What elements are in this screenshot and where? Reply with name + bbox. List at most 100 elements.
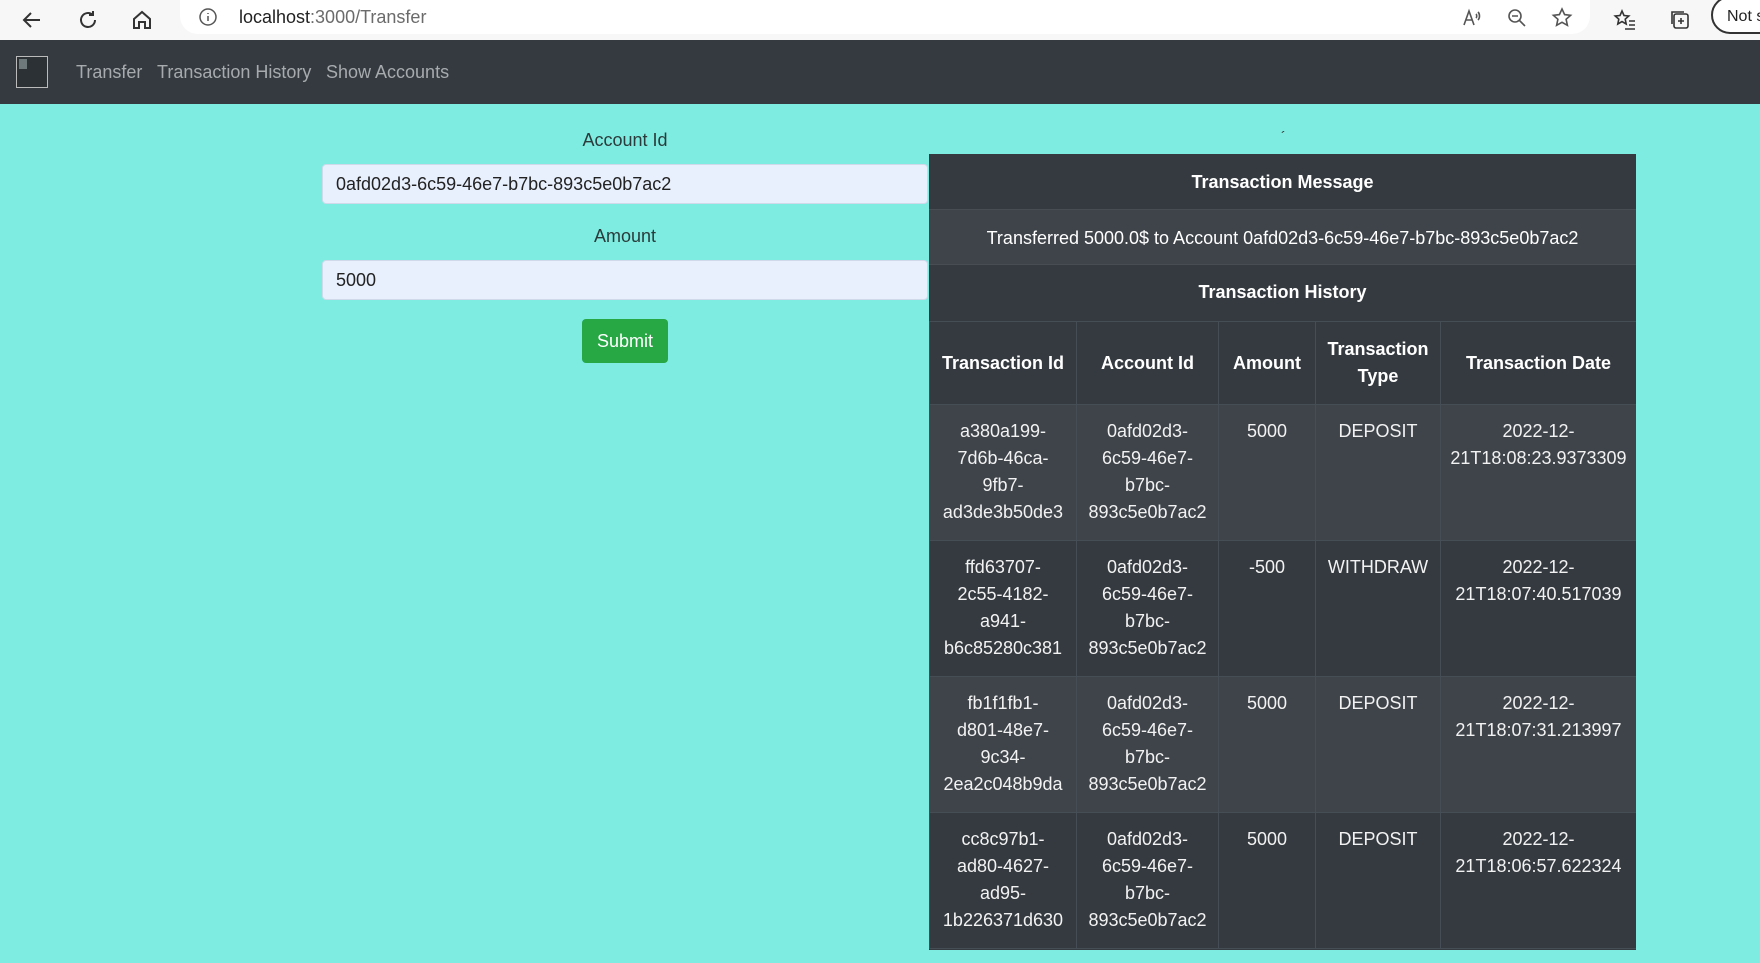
cell-transaction-id-line: 9fb7- <box>982 475 1024 495</box>
back-arrow-icon[interactable] <box>16 4 48 36</box>
cell-transaction-date-line: 21T18:07:40.517039 <box>1455 584 1622 604</box>
cell-transaction-date: 2022-12- 21T18:07:40.517039 <box>1440 540 1636 677</box>
nav-link-show-accounts[interactable]: Show Accounts <box>326 62 449 83</box>
cell-transaction-id-line: ad80-4627- <box>956 856 1050 876</box>
transaction-history-table: Transaction Id Account Id Amount Transac… <box>929 321 1636 949</box>
column-header-transaction-id: Transaction Id <box>929 321 1077 405</box>
cell-transaction-id-line: fb1f1fb1- <box>967 693 1039 713</box>
cell-transaction-date-line: 2022-12- <box>1502 693 1575 713</box>
cell-account-id-line: 893c5e0b7ac2 <box>1088 638 1207 658</box>
cell-account-id: 0afd02d3- 6c59-46e7- b7bc- 893c5e0b7ac2 <box>1076 676 1219 813</box>
transaction-history-heading: Transaction History <box>1198 282 1367 302</box>
cell-amount: 5000 <box>1218 812 1316 949</box>
cell-account-id-line: b7bc- <box>1124 747 1171 767</box>
account-id-label: Account Id <box>582 130 668 150</box>
cell-account-id-line: 6c59-46e7- <box>1101 448 1194 468</box>
table-row: cc8c97b1- ad80-4627- ad95- 1b226371d630 0afd… <box>929 812 1636 949</box>
nav-link-transaction-history[interactable]: Transaction History <box>157 62 311 83</box>
cell-account-id-line: 0afd02d3- <box>1106 421 1189 441</box>
cell-transaction-id-line: 9c34- <box>980 747 1026 767</box>
cell-transaction-date: 2022-12- 21T18:08:23.9373309 <box>1440 404 1636 541</box>
column-header-transaction-type: Transaction Type <box>1315 321 1441 405</box>
navbar: Transfer Transaction History Show Accoun… <box>0 40 1760 104</box>
cell-transaction-id-line: ad3de3b50de3 <box>942 502 1064 522</box>
cell-account-id-line: 893c5e0b7ac2 <box>1088 774 1207 794</box>
cell-transaction-date-line: 2022-12- <box>1502 421 1575 441</box>
cell-transaction-type: WITHDRAW <box>1315 540 1441 677</box>
amount-input[interactable]: 5000 <box>322 260 928 300</box>
cell-transaction-id-line: 7d6b-46ca- <box>957 448 1049 468</box>
cell-transaction-type: DEPOSIT <box>1315 812 1441 949</box>
not-secure-button[interactable]: Not s <box>1711 0 1760 34</box>
cell-transaction-id-line: a941- <box>979 611 1027 631</box>
cell-transaction-id-line: cc8c97b1- <box>961 829 1045 849</box>
refresh-icon[interactable] <box>72 4 104 36</box>
cell-transaction-id: ffd63707- 2c55-4182- a941- b6c85280c381 <box>929 540 1077 677</box>
transaction-message: Transferred 5000.0$ to Account 0afd02d3-… <box>929 209 1636 265</box>
cell-amount: 5000 <box>1218 676 1316 813</box>
cell-account-id: 0afd02d3- 6c59-46e7- b7bc- 893c5e0b7ac2 <box>1076 812 1219 949</box>
cell-transaction-date-line: 2022-12- <box>1502 557 1575 577</box>
cell-account-id-line: 0afd02d3- <box>1106 693 1189 713</box>
cell-transaction-id: cc8c97b1- ad80-4627- ad95- 1b226371d630 <box>929 812 1077 949</box>
cell-transaction-date-line: 21T18:07:31.213997 <box>1455 720 1622 740</box>
cell-transaction-id-line: a380a199- <box>959 421 1047 441</box>
cell-account-id: 0afd02d3- 6c59-46e7- b7bc- 893c5e0b7ac2 <box>1076 540 1219 677</box>
cell-transaction-type: DEPOSIT <box>1315 676 1441 813</box>
cell-transaction-date-line: 21T18:06:57.622324 <box>1455 856 1622 876</box>
cell-amount: 5000 <box>1218 404 1316 541</box>
cell-account-id-line: 6c59-46e7- <box>1101 856 1194 876</box>
favorites-icon[interactable] <box>1609 4 1641 36</box>
cell-transaction-id: a380a199- 7d6b-46ca- 9fb7- ad3de3b50de3 <box>929 404 1077 541</box>
cell-transaction-id-line: ad95- <box>979 883 1027 903</box>
cell-transaction-date-line: 21T18:08:23.9373309 <box>1450 448 1627 468</box>
url-host: localhost <box>239 7 311 27</box>
info-icon[interactable] <box>198 7 218 27</box>
cell-account-id-line: 6c59-46e7- <box>1101 584 1194 604</box>
column-header-amount: Amount <box>1218 321 1316 405</box>
cell-transaction-id: fb1f1fb1- d801-48e7- 9c34- 2ea2c048b9da <box>929 676 1077 813</box>
zoom-out-icon[interactable] <box>1505 6 1529 30</box>
cell-account-id-line: b7bc- <box>1124 883 1171 903</box>
broken-image-icon <box>19 59 27 69</box>
collections-icon[interactable] <box>1664 4 1696 36</box>
column-header-transaction-date: Transaction Date <box>1440 321 1636 405</box>
url-path: :3000/Transfer <box>310 7 427 27</box>
cell-transaction-id-line: 2ea2c048b9da <box>943 774 1063 794</box>
home-icon[interactable] <box>126 4 158 36</box>
cell-transaction-id-line: d801-48e7- <box>956 720 1050 740</box>
column-header-account-id: Account Id <box>1076 321 1219 405</box>
cell-account-id-line: 893c5e0b7ac2 <box>1088 910 1207 930</box>
table-row: fb1f1fb1- d801-48e7- 9c34- 2ea2c048b9da 0afd… <box>929 676 1636 813</box>
cell-account-id-line: b7bc- <box>1124 611 1171 631</box>
cell-transaction-id-line: ffd63707- <box>965 557 1041 577</box>
cell-transaction-date-line: 2022-12- <box>1502 829 1575 849</box>
cell-account-id-line: 893c5e0b7ac2 <box>1088 502 1207 522</box>
table-row: ffd63707- 2c55-4182- a941- b6c85280c381 0afd… <box>929 540 1636 677</box>
cell-account-id-line: b7bc- <box>1124 475 1171 495</box>
cell-account-id-line: 0afd02d3- <box>1106 557 1189 577</box>
broken-logo-image[interactable] <box>16 56 48 88</box>
stray-mark: ´ <box>1281 128 1286 144</box>
add-favorite-icon[interactable] <box>1550 6 1574 30</box>
url-text[interactable]: localhost:3000/Transfer <box>239 7 426 28</box>
amount-label: Amount <box>593 226 657 246</box>
submit-button[interactable]: Submit <box>582 319 668 363</box>
cell-account-id: 0afd02d3- 6c59-46e7- b7bc- 893c5e0b7ac2 <box>1076 404 1219 541</box>
transaction-message-heading: Transaction Message <box>1191 172 1374 192</box>
read-aloud-icon[interactable] <box>1460 6 1484 30</box>
cell-transaction-date: 2022-12- 21T18:07:31.213997 <box>1440 676 1636 813</box>
cell-transaction-id-line: 1b226371d630 <box>942 910 1064 930</box>
account-id-input[interactable]: 0afd02d3-6c59-46e7-b7bc-893c5e0b7ac2 <box>322 164 928 204</box>
nav-link-transfer[interactable]: Transfer <box>76 62 142 83</box>
cell-transaction-id-line: b6c85280c381 <box>943 638 1063 658</box>
transaction-panel: Transaction Message Transferred 5000.0$ … <box>929 154 1636 950</box>
address-bar[interactable]: localhost:3000/Transfer <box>180 0 1590 34</box>
cell-amount: -500 <box>1218 540 1316 677</box>
table-header-row: Transaction Id Account Id Amount Transac… <box>929 321 1636 405</box>
cell-transaction-type: DEPOSIT <box>1315 404 1441 541</box>
cell-account-id-line: 0afd02d3- <box>1106 829 1189 849</box>
browser-toolbar: localhost:3000/Transfer Not s <box>0 0 1760 41</box>
cell-transaction-id-line: 2c55-4182- <box>957 584 1049 604</box>
table-row: a380a199- 7d6b-46ca- 9fb7- ad3de3b50de3 0afd… <box>929 404 1636 541</box>
